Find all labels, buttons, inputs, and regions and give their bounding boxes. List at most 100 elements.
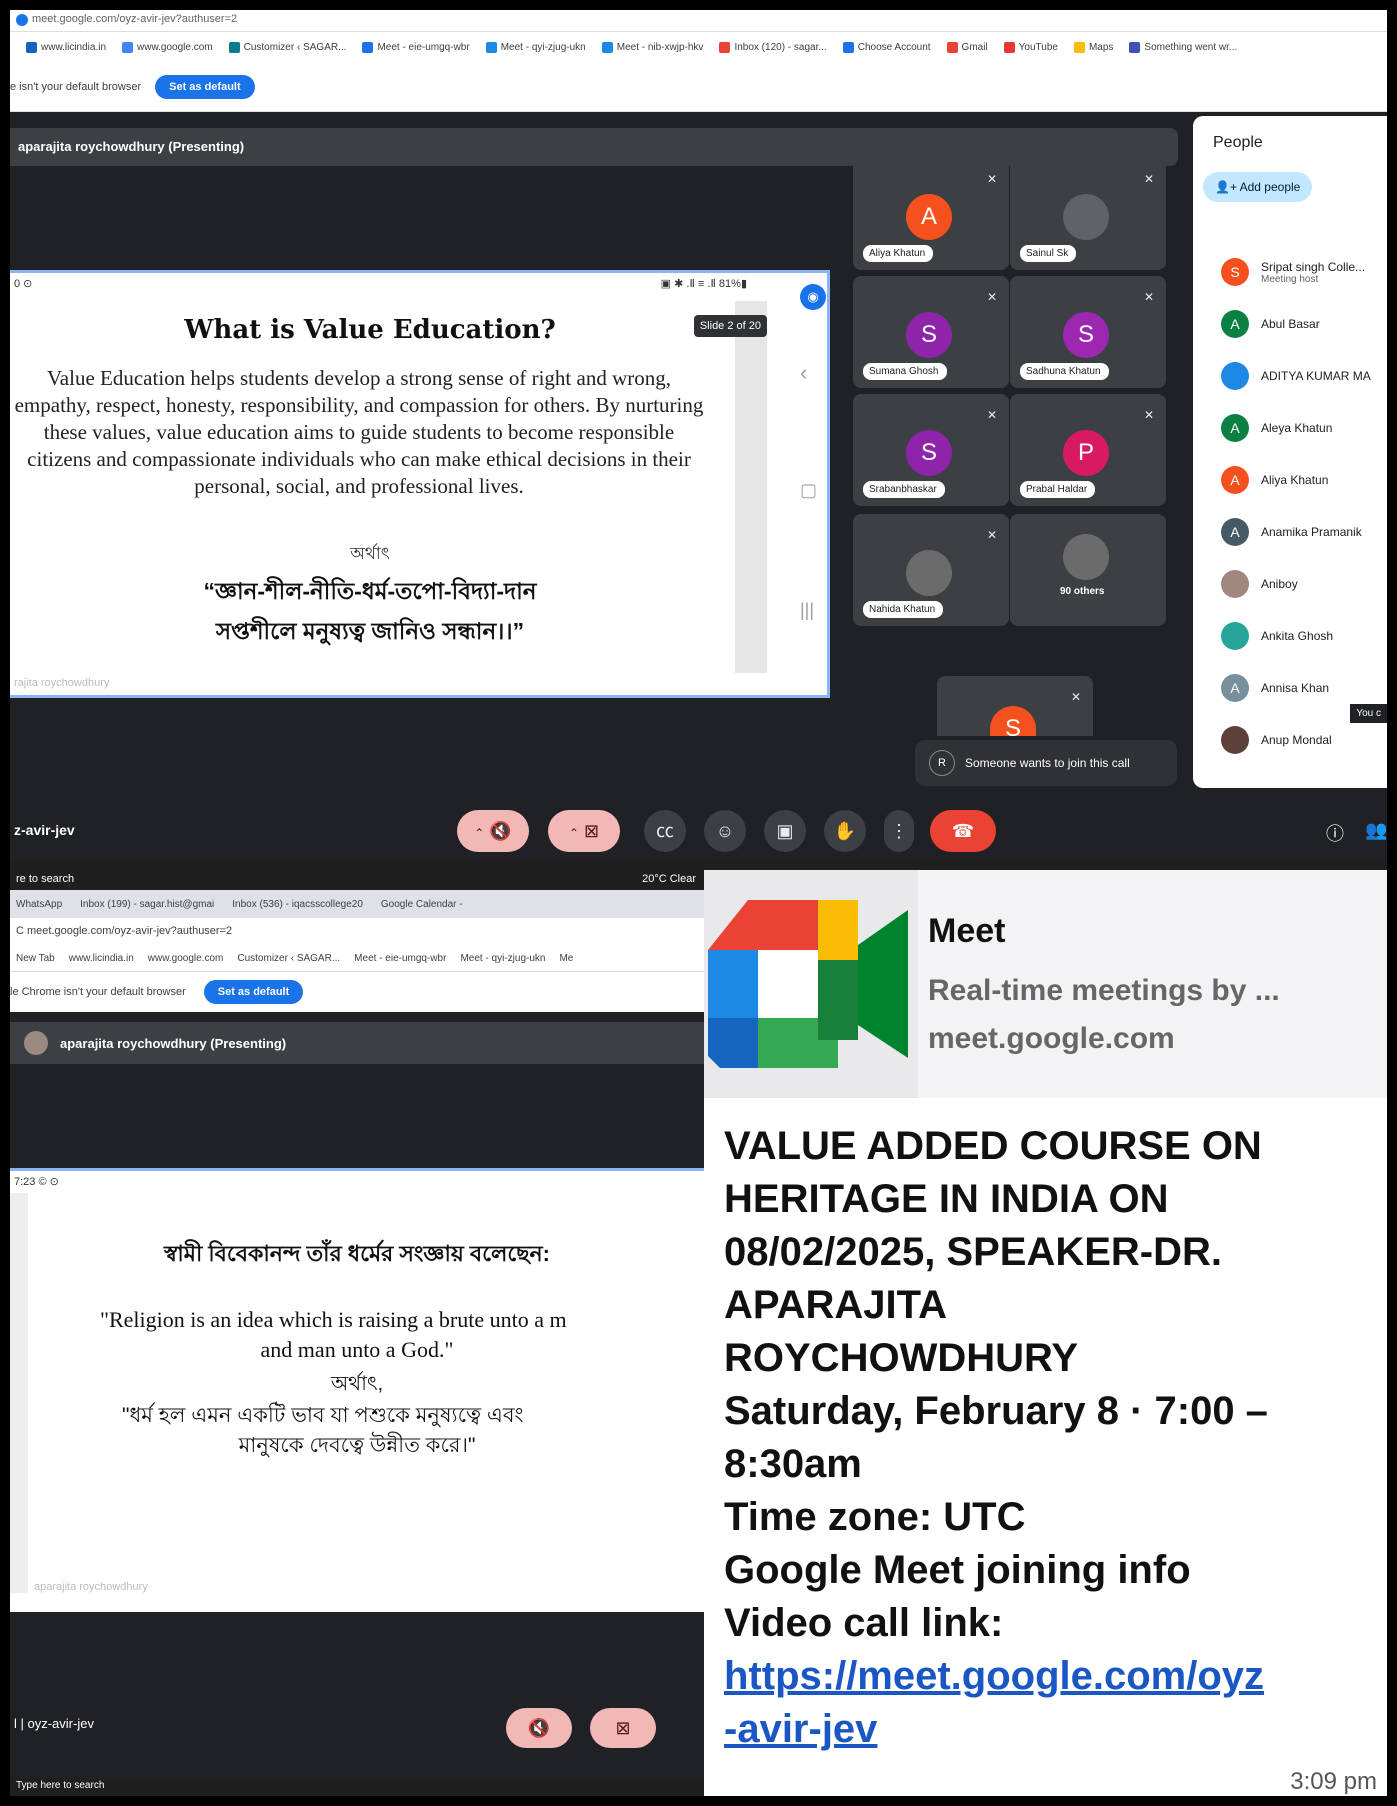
participant-name: Prabal Haldar (1020, 481, 1096, 498)
people-list-item[interactable]: Ankita Ghosh (1221, 622, 1333, 650)
people-list-item[interactable]: Anup Mondal (1221, 726, 1332, 754)
bookmark-label: www.google.com (137, 41, 213, 53)
camera-button-2[interactable]: ⊠ (590, 1708, 656, 1748)
people-avatar: A (1221, 674, 1249, 702)
captions-button[interactable]: ㏄ (644, 810, 686, 852)
taskbar-search[interactable]: re to search (16, 873, 74, 885)
bookmark-item[interactable]: Choose Account (842, 41, 931, 53)
card-title: Meet (928, 912, 1006, 950)
bookmark-item[interactable]: Meet - eie-umgq-wbr (362, 41, 470, 53)
leave-call-button[interactable]: ☎ (930, 810, 996, 852)
participant-tile[interactable]: ✕ S Sadhuna Khatun (1010, 276, 1166, 388)
bookmark-item[interactable]: Meet - qyi-zjug-ukn (460, 953, 545, 964)
people-avatar: A (1221, 518, 1249, 546)
add-people-button[interactable]: 👤+ Add people (1203, 172, 1313, 202)
bookmark-icon (1003, 41, 1015, 53)
back-nav-icon[interactable]: ‹ (800, 360, 807, 386)
bookmark-item[interactable]: Me (559, 953, 573, 964)
participant-tile[interactable]: ✕ P Prabal Haldar (1010, 394, 1166, 506)
bookmark-item[interactable]: Inbox (120) - sagar... (719, 41, 827, 53)
participant-avatar (1063, 194, 1109, 240)
bookmark-item[interactable]: www.google.com (122, 41, 213, 53)
mic-button[interactable]: ⌃ 🔇 (457, 810, 529, 852)
meet-window-top: meet.google.com/oyz-avir-jev?authuser=2 … (10, 10, 1387, 870)
message-text: VALUE ADDED COURSE ON HERITAGE IN INDIA O… (724, 1120, 1374, 1756)
people-list-item[interactable]: Aniboy (1221, 570, 1298, 598)
browser-tabs: WhatsApp Inbox (199) - sagar.hist@gmai In… (10, 890, 704, 918)
people-list-item[interactable]: A Anamika Pramanik (1221, 518, 1362, 546)
reload-icon[interactable]: C (16, 925, 27, 937)
people-name: Ankita Ghosh (1261, 629, 1334, 643)
people-list-item[interactable]: ADITYA KUMAR MA (1221, 362, 1371, 390)
bookmark-label: Meet - qyi-zjug-ukn (460, 953, 546, 964)
browser-tab[interactable]: Inbox (199) - sagar.hist@gmai (80, 899, 214, 910)
slide2-quote-line1: "Religion is an idea which is raising a … (100, 1307, 567, 1332)
people-list-item[interactable]: A Aleya Khatun (1221, 414, 1332, 442)
raise-hand-button[interactable]: ✋ (824, 810, 866, 852)
people-text: Ankita Ghosh (1261, 629, 1333, 643)
bookmark-item[interactable]: Something went wr... (1129, 41, 1237, 53)
present-button[interactable]: ▣ (764, 810, 806, 852)
participant-tile[interactable]: ✕ A Aliya Khatun (853, 158, 1009, 270)
bookmark-icon (719, 41, 731, 53)
info-icon[interactable]: ⓘ (1326, 820, 1344, 846)
set-default-button-2[interactable]: Set as default (203, 980, 304, 1004)
bookmark-item[interactable]: Customizer ‹ SAGAR... (237, 953, 340, 964)
bookmark-item[interactable]: www.licindia.in (26, 41, 106, 53)
phone-status-2: 7:23 © ⊙ (14, 1176, 59, 1188)
browser-tab[interactable]: Inbox (536) - iqacsscollege20 (232, 899, 363, 910)
meet-link-part2[interactable]: -avir-jev (724, 1703, 1374, 1756)
participant-tile[interactable]: 90 others (1010, 514, 1166, 626)
people-list-item[interactable]: A Annisa Khan (1221, 674, 1329, 702)
browser-tab[interactable]: Google Calendar - (381, 899, 463, 910)
presenter-avatar (24, 1031, 48, 1055)
people-list-item[interactable]: A Aliya Khatun (1221, 466, 1328, 494)
participant-tile[interactable]: ✕ Nahida Khatun (853, 514, 1009, 626)
bookmarks-bar: www.licindia.in www.google.com Customizer … (10, 32, 1387, 62)
set-default-button[interactable]: Set as default (155, 74, 255, 99)
people-title: People (1213, 134, 1263, 151)
taskbar-search-2[interactable]: Type here to search (10, 1778, 704, 1796)
bookmark-icon (842, 41, 854, 53)
people-icon[interactable]: 👥 (1365, 820, 1387, 841)
bookmark-icon (946, 41, 958, 53)
bookmark-item[interactable]: Gmail (946, 41, 988, 53)
bookmark-item[interactable]: Meet - qyi-zjug-ukn (485, 41, 586, 53)
tab-whatsapp[interactable]: WhatsApp (16, 899, 62, 910)
recents-nav-icon[interactable]: ||| (800, 600, 814, 621)
slide2-heading: স্বামী বিবেকানন্দ তাঁর ধর্মের সংজ্ঞায় ব… (164, 1241, 550, 1266)
more-options-button[interactable]: ⋮ (884, 810, 914, 852)
participant-tile[interactable]: ✕ S Srabanbhaskar (853, 394, 1009, 506)
participant-avatar (906, 550, 952, 596)
emoji-button[interactable]: ☺ (704, 810, 746, 852)
meet-link-part1[interactable]: https://meet.google.com/oyz (724, 1650, 1374, 1703)
bookmark-item[interactable]: Customizer ‹ SAGAR... (228, 41, 346, 53)
join-request-notification[interactable]: R Someone wants to join this call (915, 740, 1177, 786)
mic-button-2[interactable]: 🔇 (506, 1708, 572, 1748)
participant-tile[interactable]: ✕ Sainul Sk (1010, 158, 1166, 270)
people-list-item[interactable]: S Sripat singh Colle... Meeting host (1221, 258, 1365, 286)
bookmark-item[interactable]: Meet - nib-xwjp-hkv (601, 41, 703, 53)
address-bar[interactable]: meet.google.com/oyz-avir-jev?authuser=2 (10, 10, 1387, 32)
participant-name: Sumana Ghosh (863, 363, 947, 380)
slide-scrollbar[interactable] (735, 301, 767, 673)
participant-name: Srabanbhaskar (863, 481, 945, 498)
bookmark-item[interactable]: YouTube (1003, 41, 1058, 53)
bookmark-item[interactable]: New Tab (16, 953, 55, 964)
bookmark-item[interactable]: Meet - eie-umgq-wbr (354, 953, 446, 964)
message-line: 8:30am (724, 1442, 862, 1486)
message-line: APARAJITA (724, 1283, 947, 1327)
requester-avatar: R (929, 750, 955, 776)
people-avatar: A (1221, 310, 1249, 338)
people-name: Annisa Khan (1261, 681, 1330, 695)
participant-tile[interactable]: ✕ S Sumana Ghosh (853, 276, 1009, 388)
camera-button[interactable]: ⌃ ⊠ (548, 810, 620, 852)
bookmark-item[interactable]: www.google.com (148, 953, 224, 964)
bookmark-item[interactable]: www.licindia.in (69, 953, 134, 964)
people-list-item[interactable]: A Abul Basar (1221, 310, 1320, 338)
address-bar-2[interactable]: C meet.google.com/oyz-avir-jev?authuser=… (10, 918, 704, 946)
google-meet-logo-icon (708, 900, 908, 1068)
home-nav-icon[interactable]: ▢ (800, 480, 817, 501)
link-preview-card[interactable]: Meet Real-time meetings by ... meet.goog… (704, 870, 1387, 1098)
bookmark-item[interactable]: Maps (1073, 41, 1113, 53)
